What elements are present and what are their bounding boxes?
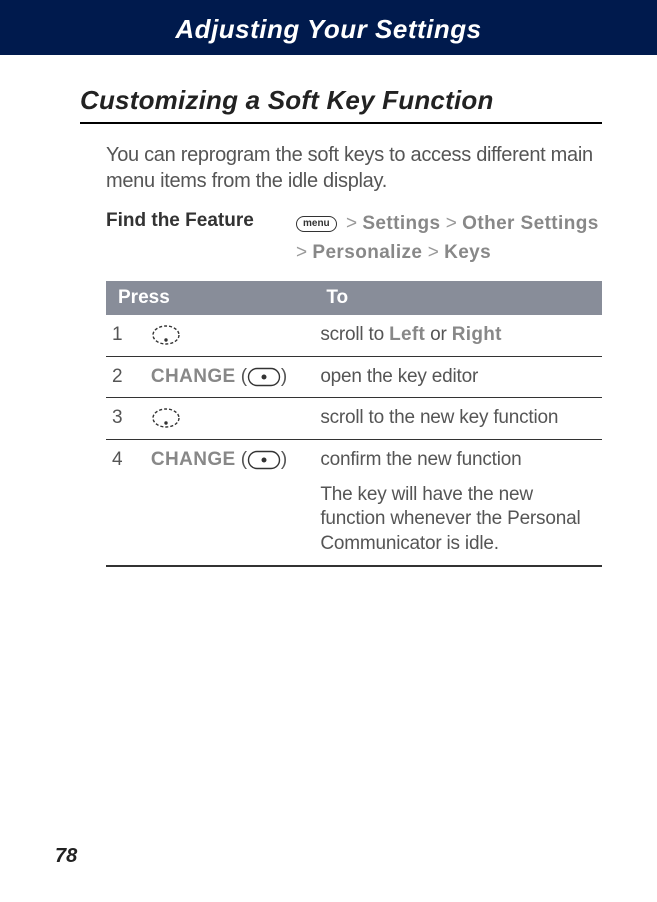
table-row: 4 CHANGE ( ) confirm the new function Th… — [106, 440, 602, 566]
to-text: confirm the new function — [320, 449, 521, 470]
option-key: Right — [452, 324, 502, 345]
page-content: Customizing a Soft Key Function You can … — [0, 55, 657, 567]
chapter-header: Adjusting Your Settings — [0, 0, 657, 55]
press-cell — [145, 398, 314, 440]
menu-key-icon: menu — [296, 216, 337, 232]
step-number: 3 — [106, 398, 145, 440]
to-cell: scroll to Left or Right — [314, 315, 602, 356]
press-cell: CHANGE ( ) — [145, 356, 314, 398]
nav-key-icon — [151, 407, 181, 429]
select-key-icon — [247, 450, 281, 470]
find-feature-label: Find the Feature — [106, 210, 296, 232]
procedure-table: Press To 1 scroll to Left or Right 2 — [106, 281, 602, 567]
table-header-press: Press — [106, 281, 314, 315]
path-sep: > — [346, 213, 357, 234]
path-step-1: Settings — [362, 213, 440, 234]
table-row: 1 scroll to Left or Right — [106, 315, 602, 356]
to-cell: scroll to the new key function — [314, 398, 602, 440]
to-text: scroll to — [320, 324, 389, 345]
path-sep: > — [446, 213, 457, 234]
step-number: 4 — [106, 440, 145, 566]
section-intro: You can reprogram the soft keys to acces… — [106, 142, 602, 194]
path-step-2: Other Settings — [462, 213, 599, 234]
path-step-4: Keys — [444, 242, 491, 263]
path-step-3: Personalize — [312, 242, 422, 263]
find-feature-path: menu > Settings > Other Settings > Perso… — [296, 210, 599, 267]
nav-key-icon — [151, 324, 181, 346]
chapter-title: Adjusting Your Settings — [175, 14, 481, 44]
path-sep: > — [296, 242, 307, 263]
to-cell: confirm the new function The key will ha… — [314, 440, 602, 566]
find-feature-block: Find the Feature menu > Settings > Other… — [106, 210, 602, 267]
page-number: 78 — [55, 845, 77, 868]
path-sep: > — [428, 242, 439, 263]
softkey-label: CHANGE — [151, 449, 236, 470]
step-number: 2 — [106, 356, 145, 398]
softkey-label: CHANGE — [151, 366, 236, 387]
option-key: Left — [389, 324, 425, 345]
press-cell: CHANGE ( ) — [145, 440, 314, 566]
table-header-to: To — [314, 281, 602, 315]
table-row: 2 CHANGE ( ) open the key editor — [106, 356, 602, 398]
to-join: or — [425, 324, 452, 345]
select-key-icon — [247, 367, 281, 387]
press-cell — [145, 315, 314, 356]
section-title: Customizing a Soft Key Function — [80, 85, 602, 124]
to-extra-text: The key will have the new function whene… — [320, 483, 596, 557]
table-row: 3 scroll to the new key function — [106, 398, 602, 440]
step-number: 1 — [106, 315, 145, 356]
to-cell: open the key editor — [314, 356, 602, 398]
